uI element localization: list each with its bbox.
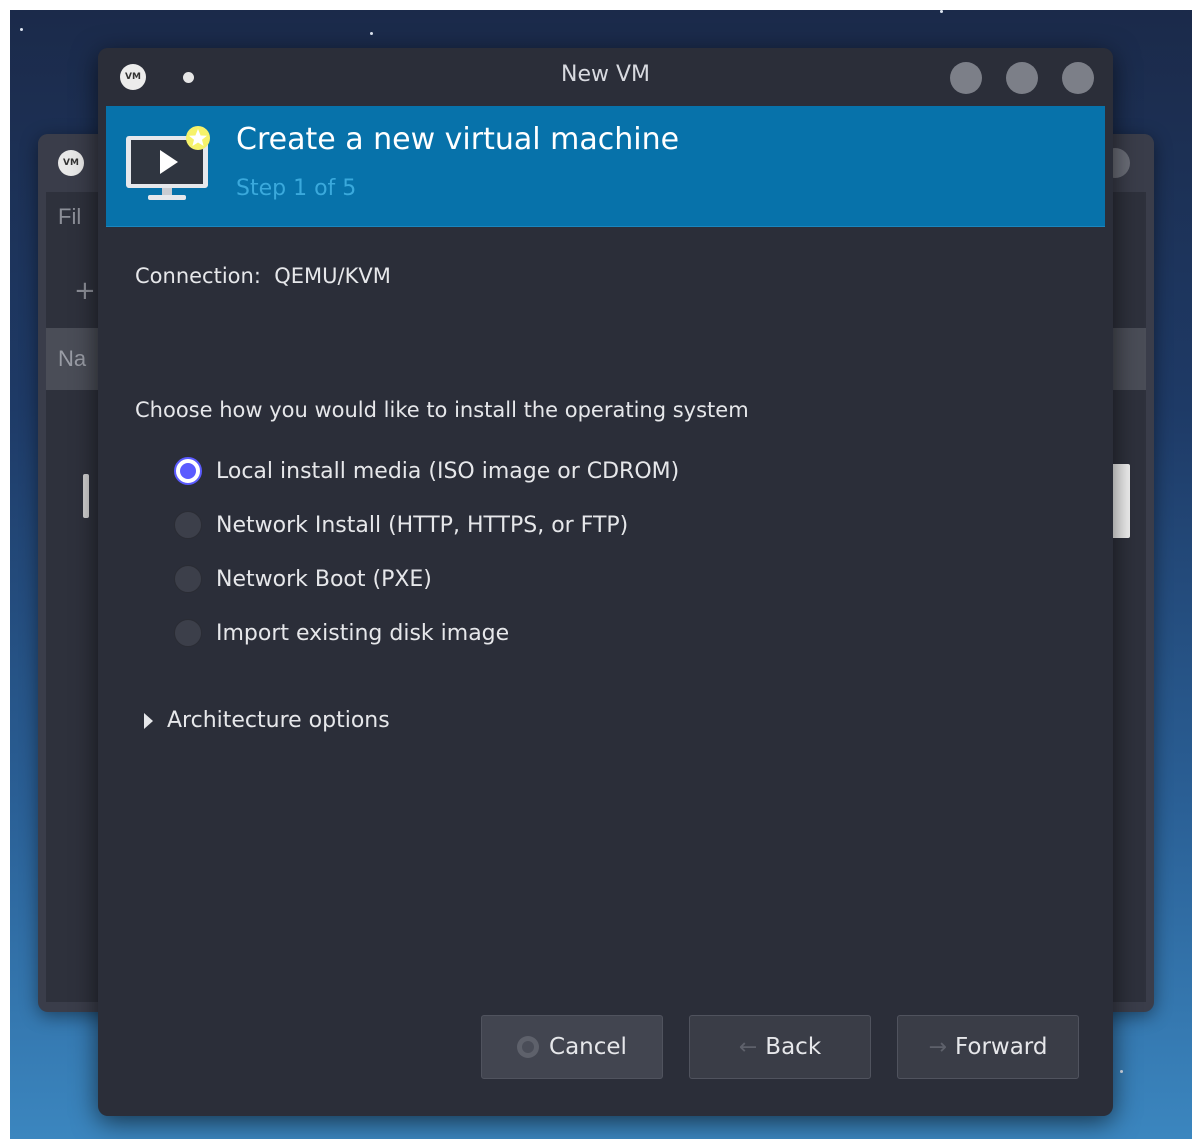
- close-button[interactable]: [1062, 62, 1094, 94]
- background-star: [370, 32, 373, 35]
- new-vm-dialog: VM New VM Create a new virtual machine S…: [98, 48, 1113, 1116]
- radio-network-install[interactable]: Network Install (HTTP, HTTPS, or FTP): [174, 507, 628, 543]
- back-button-label: Back: [765, 1034, 822, 1060]
- radio-label: Local install media (ISO image or CDROM): [216, 458, 680, 484]
- cancel-icon: [517, 1036, 540, 1058]
- background-star: [1120, 1070, 1123, 1073]
- wizard-step-indicator: Step 1 of 5: [236, 176, 357, 201]
- cancel-button-label: Cancel: [549, 1034, 627, 1060]
- connection-label: Connection: QEMU/KVM: [135, 264, 391, 288]
- install-method-prompt: Choose how you would like to install the…: [135, 398, 749, 422]
- radio-label: Import existing disk image: [216, 620, 510, 646]
- radio-button[interactable]: [174, 619, 202, 647]
- monitor-play-new-icon: [126, 126, 210, 200]
- radio-label: Network Boot (PXE): [216, 566, 432, 592]
- background-star: [940, 10, 943, 13]
- background-list-header-label: Na: [58, 346, 87, 371]
- background-menu-file[interactable]: Fil: [58, 204, 81, 230]
- desktop-background: VM Fil + Na VM New VM Create a new virtu…: [10, 10, 1192, 1139]
- radio-import-disk-image[interactable]: Import existing disk image: [174, 615, 509, 651]
- back-button[interactable]: ← Back: [689, 1015, 871, 1079]
- radio-button[interactable]: [174, 511, 202, 539]
- cancel-button[interactable]: Cancel: [481, 1015, 663, 1079]
- maximize-button[interactable]: [1006, 62, 1038, 94]
- radio-local-install-media[interactable]: Local install media (ISO image or CDROM): [174, 453, 679, 489]
- radio-button[interactable]: [174, 565, 202, 593]
- minimize-button[interactable]: [950, 62, 982, 94]
- background-list-item-edge: [83, 474, 89, 518]
- arrow-right-icon: →: [928, 1034, 947, 1060]
- radio-label: Network Install (HTTP, HTTPS, or FTP): [216, 512, 629, 538]
- background-add-icon[interactable]: +: [74, 276, 96, 306]
- background-star: [20, 28, 23, 31]
- triangle-right-icon: [144, 712, 153, 729]
- forward-button-label: Forward: [954, 1034, 1048, 1060]
- forward-button[interactable]: → Forward: [897, 1015, 1079, 1079]
- architecture-options-expander[interactable]: Architecture options: [144, 708, 390, 733]
- radio-button-selected[interactable]: [174, 457, 202, 485]
- virt-manager-logo-icon: VM: [58, 150, 84, 176]
- wizard-banner: Create a new virtual machine Step 1 of 5: [106, 106, 1105, 227]
- radio-network-boot[interactable]: Network Boot (PXE): [174, 561, 432, 597]
- wizard-title: Create a new virtual machine: [236, 122, 680, 157]
- dialog-titlebar[interactable]: VM New VM: [98, 48, 1113, 106]
- arrow-left-icon: ←: [738, 1034, 758, 1060]
- architecture-options-label: Architecture options: [167, 708, 390, 733]
